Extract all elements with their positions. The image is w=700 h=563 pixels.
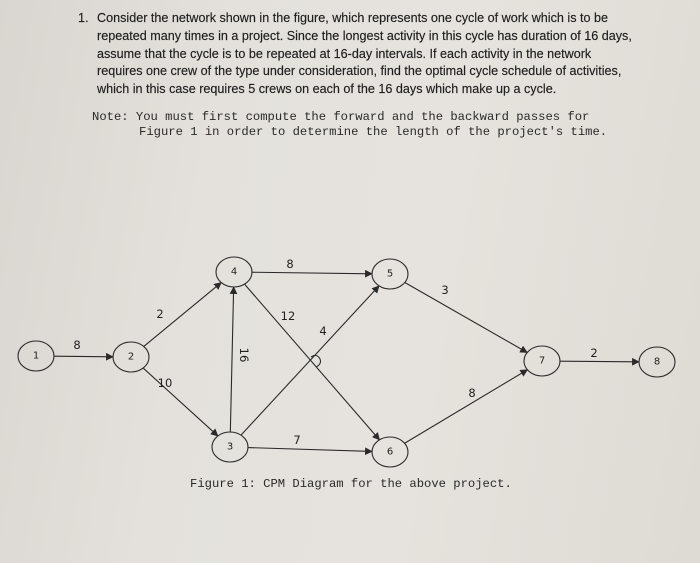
edge-duration-label: 2 [156,307,163,321]
node-1: 1 [17,340,55,372]
edge-2-3 [142,367,219,437]
edge-duration-label: 16 [237,348,251,363]
node-label: 1 [33,351,39,362]
edge-3-4 [229,286,238,433]
node-8: 8 [638,346,676,378]
node-label: 8 [654,357,660,368]
edge-5-7 [404,282,528,353]
node-label: 3 [227,442,233,453]
node-label: 6 [387,447,393,458]
node-3: 3 [211,431,249,463]
edge-duration-label: 12 [281,309,296,323]
edge-4-5 [251,269,373,278]
edge-duration-label: 8 [468,386,475,400]
node-label: 7 [539,356,545,367]
edge-3-5 [240,285,380,436]
node-6: 6 [371,436,409,468]
edge-7-8 [559,357,640,366]
figure-caption: Figure 1: CPM Diagram for the above proj… [190,477,512,491]
edge-duration-label: 10 [158,376,173,390]
edge-6-7 [404,369,529,444]
edge-3-6 [247,447,373,456]
node-label: 2 [128,352,134,363]
edge-duration-label: 3 [441,283,448,297]
edge-duration-label: 8 [73,338,80,352]
edge-duration-label: 2 [590,346,597,360]
node-7: 7 [523,345,561,377]
edge-duration-label: 7 [293,433,300,447]
node-label: 4 [231,267,237,278]
edge-duration-label: 4 [319,324,326,338]
node-label: 5 [387,269,393,280]
edge-duration-label: 8 [286,257,293,271]
node-4: 4 [215,256,253,288]
edge-1-2 [53,352,114,361]
node-5: 5 [371,258,409,290]
node-2: 2 [112,341,150,373]
